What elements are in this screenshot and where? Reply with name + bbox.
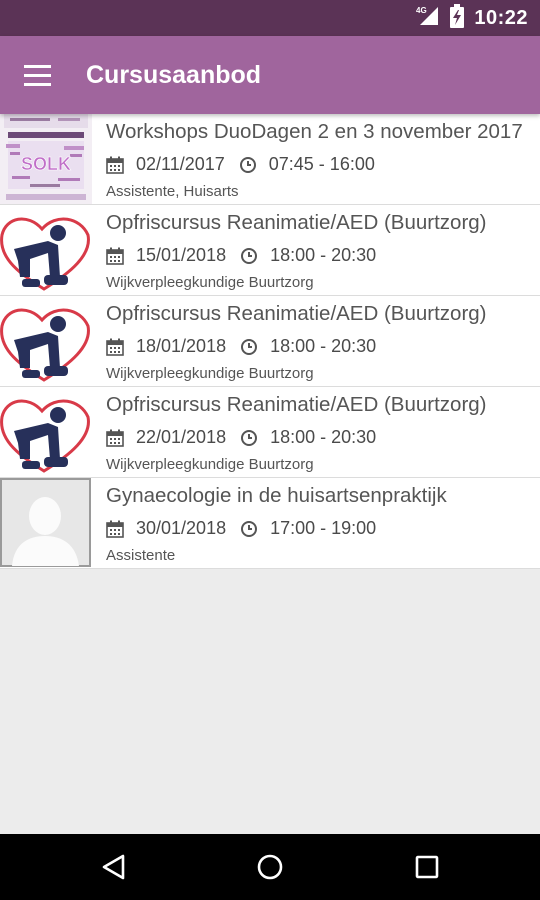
course-title: Opfriscursus Reanimatie/AED (Buurtzorg) <box>106 302 487 325</box>
flyer-logo-text: SOLK <box>21 154 71 174</box>
cpr-heart-thumbnail <box>0 296 92 386</box>
clock-icon <box>240 247 258 265</box>
course-category: Assistente <box>106 547 176 564</box>
course-title: Gynaecologie in de huisartsenpraktijk <box>106 484 447 507</box>
workshop-flyer-thumbnail: SOLK <box>0 114 92 204</box>
course-meta: 02/11/2017 07:45 - 16:00 <box>106 154 375 175</box>
page-title: Cursusaanbod <box>86 61 262 89</box>
course-meta: 22/01/2018 18:00 - 20:30 <box>106 427 376 448</box>
clock-icon <box>240 429 258 447</box>
course-title: Workshops DuoDagen 2 en 3 november 2017 <box>106 120 523 143</box>
course-date: 18/01/2018 <box>136 336 227 356</box>
status-icons: 4G 10:22 <box>416 0 528 36</box>
course-meta: 18/01/2018 18:00 - 20:30 <box>106 336 376 357</box>
battery-charging-icon <box>450 3 465 33</box>
cpr-heart-thumbnail <box>0 205 92 295</box>
status-time: 10:22 <box>474 6 528 29</box>
calendar-icon <box>106 520 124 538</box>
course-list-item[interactable]: Opfriscursus Reanimatie/AED (Buurtzorg) … <box>0 296 540 387</box>
system-navigation-bar <box>0 834 540 900</box>
clock-icon <box>240 338 258 356</box>
avatar-placeholder-thumbnail <box>0 478 92 568</box>
course-meta: 30/01/2018 17:00 - 19:00 <box>106 518 376 539</box>
course-title: Opfriscursus Reanimatie/AED (Buurtzorg) <box>106 211 487 234</box>
course-meta: 15/01/2018 18:00 - 20:30 <box>106 245 376 266</box>
course-date: 15/01/2018 <box>136 245 227 265</box>
course-category: Wijkverpleegkundige Buurtzorg <box>106 274 314 291</box>
course-list: SOLK Workshops DuoDagen 2 en 3 november … <box>0 114 540 569</box>
home-circle-icon[interactable] <box>253 850 287 884</box>
calendar-icon <box>106 156 124 174</box>
course-time: 17:00 - 19:00 <box>270 518 377 538</box>
cpr-heart-thumbnail <box>0 387 92 477</box>
recents-square-icon[interactable] <box>410 850 444 884</box>
course-list-item[interactable]: Opfriscursus Reanimatie/AED (Buurtzorg) … <box>0 205 540 296</box>
course-category: Wijkverpleegkundige Buurtzorg <box>106 456 314 473</box>
status-bar: 4G 10:22 <box>0 0 540 36</box>
calendar-icon <box>106 429 124 447</box>
signal-4g-icon: 4G <box>416 5 440 32</box>
calendar-icon <box>106 247 124 265</box>
course-category: Assistente, Huisarts <box>106 183 239 200</box>
course-time: 18:00 - 20:30 <box>270 427 377 447</box>
course-time: 18:00 - 20:30 <box>270 245 377 265</box>
course-list-item[interactable]: Opfriscursus Reanimatie/AED (Buurtzorg) … <box>0 387 540 478</box>
calendar-icon <box>106 338 124 356</box>
app-bar: Cursusaanbod <box>0 36 540 114</box>
clock-icon <box>239 156 257 174</box>
clock-icon <box>240 520 258 538</box>
course-category: Wijkverpleegkundige Buurtzorg <box>106 365 314 382</box>
course-time: 07:45 - 16:00 <box>268 154 375 174</box>
hamburger-menu-icon[interactable] <box>24 61 54 89</box>
course-date: 02/11/2017 <box>136 154 225 174</box>
back-triangle-icon[interactable] <box>96 850 130 884</box>
course-list-item[interactable]: Gynaecologie in de huisartsenpraktijk 30… <box>0 478 540 569</box>
network-type-label: 4G <box>416 6 427 15</box>
course-date: 30/01/2018 <box>136 518 227 538</box>
course-date: 22/01/2018 <box>136 427 227 447</box>
course-list-item[interactable]: SOLK Workshops DuoDagen 2 en 3 november … <box>0 114 540 205</box>
course-title: Opfriscursus Reanimatie/AED (Buurtzorg) <box>106 393 487 416</box>
course-time: 18:00 - 20:30 <box>270 336 377 356</box>
